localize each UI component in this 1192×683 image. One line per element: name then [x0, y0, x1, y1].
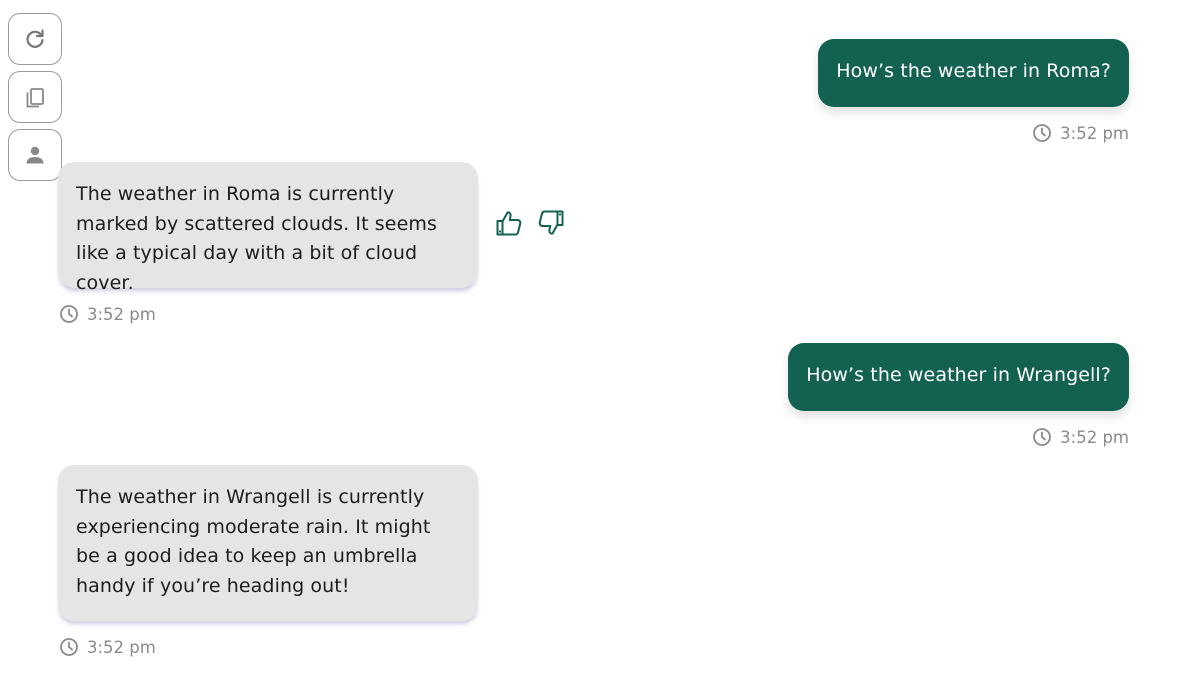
timestamp-text: 3:52 pm	[1060, 123, 1129, 143]
clock-icon	[60, 305, 78, 323]
thumbs-up-icon	[496, 211, 522, 236]
refresh-button[interactable]	[8, 13, 62, 65]
feedback-buttons	[494, 208, 566, 238]
message-text: How’s the weather in Roma?	[836, 60, 1111, 82]
user-message-bubble: How’s the weather in Wrangell?	[788, 343, 1129, 411]
timestamp-text: 3:52 pm	[1060, 427, 1129, 447]
chat-page: How’s the weather in Roma? 3:52 pm The w…	[0, 0, 1192, 683]
timestamp-text: 3:52 pm	[87, 637, 156, 657]
thumbs-down-button[interactable]	[536, 208, 566, 238]
assistant-message-bubble: The weather in Wrangell is currently exp…	[58, 465, 478, 621]
copy-icon	[26, 88, 44, 108]
side-actions	[8, 13, 62, 181]
user-button[interactable]	[8, 129, 62, 181]
message-text: The weather in Roma is currently marked …	[76, 183, 437, 294]
clock-icon	[1033, 428, 1052, 446]
timestamp-text: 3:52 pm	[87, 304, 156, 324]
refresh-icon	[26, 29, 44, 48]
person-icon	[26, 146, 44, 164]
thumbs-up-button[interactable]	[494, 208, 524, 238]
message-timestamp: 3:52 pm	[1032, 123, 1129, 143]
message-text: How’s the weather in Wrangell?	[806, 364, 1111, 386]
thumbs-down-icon	[538, 210, 564, 235]
message-timestamp: 3:52 pm	[1032, 427, 1129, 447]
message-timestamp: 3:52 pm	[59, 304, 156, 324]
message-text: The weather in Wrangell is currently exp…	[76, 486, 431, 597]
user-message-bubble: How’s the weather in Roma?	[818, 39, 1129, 107]
message-timestamp: 3:52 pm	[59, 637, 156, 657]
assistant-message-bubble: The weather in Roma is currently marked …	[58, 162, 478, 294]
copy-button[interactable]	[8, 71, 62, 123]
clock-icon	[60, 638, 78, 656]
clock-icon	[1033, 124, 1052, 142]
